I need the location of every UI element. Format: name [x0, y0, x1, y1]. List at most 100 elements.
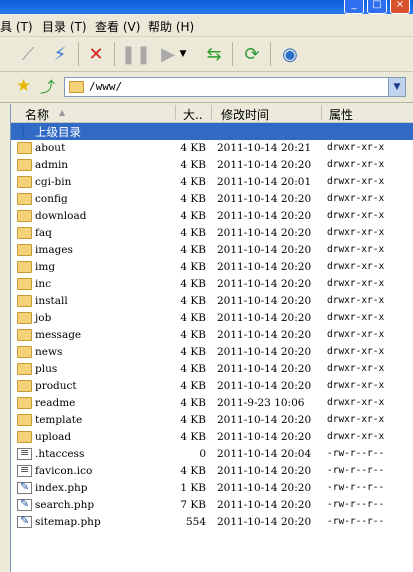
- file-size: 4 KB: [180, 397, 206, 409]
- file-row[interactable]: message 4 KB 2011-10-14 20:20 drwxr-xr-x: [11, 327, 413, 344]
- sort-up-icon: ▲: [59, 108, 66, 117]
- connect-icon[interactable]: ⚡: [48, 42, 72, 66]
- file-name: install: [35, 295, 68, 307]
- file-row[interactable]: install 4 KB 2011-10-14 20:20 drwxr-xr-x: [11, 293, 413, 310]
- menu-bar: 具 (T) 目录 (T) 查看 (V) 帮助 (H): [0, 14, 413, 37]
- file-row[interactable]: cgi-bin 4 KB 2011-10-14 20:01 drwxr-xr-x: [11, 174, 413, 191]
- file-row[interactable]: index.php 1 KB 2011-10-14 20:20 -rw-r--r--: [11, 480, 413, 497]
- toolbar-separator: [114, 42, 115, 66]
- delete-icon[interactable]: ✕: [84, 42, 108, 66]
- column-attr[interactable]: 属性: [329, 106, 353, 123]
- column-separator[interactable]: [175, 105, 176, 120]
- disconnect-icon[interactable]: ⟋: [16, 42, 40, 66]
- file-size: 4 KB: [180, 227, 206, 239]
- file-name: .htaccess: [35, 448, 85, 460]
- file-modified-time: 2011-10-14 20:20: [217, 159, 312, 171]
- toolbar-separator: [232, 42, 233, 66]
- file-row[interactable]: upload 4 KB 2011-10-14 20:20 drwxr-xr-x: [11, 429, 413, 446]
- file-permissions: drwxr-xr-x: [327, 363, 385, 374]
- file-size: 7 KB: [180, 499, 206, 511]
- file-row[interactable]: favicon.ico 4 KB 2011-10-14 20:20 -rw-r--r-…: [11, 463, 413, 480]
- file-row[interactable]: config 4 KB 2011-10-14 20:20 drwxr-xr-x: [11, 191, 413, 208]
- close-button[interactable]: ×: [390, 0, 410, 14]
- favorite-star-icon[interactable]: ★: [16, 76, 31, 96]
- file-permissions: drwxr-xr-x: [327, 142, 385, 153]
- file-row[interactable]: sitemap.php 554 2011-10-14 20:20 -rw-r--r--: [11, 514, 413, 531]
- column-separator[interactable]: [321, 105, 322, 120]
- file-row[interactable]: readme 4 KB 2011-9-23 10:06 drwxr-xr-x: [11, 395, 413, 412]
- file-row[interactable]: inc 4 KB 2011-10-14 20:20 drwxr-xr-x: [11, 276, 413, 293]
- column-name[interactable]: 名称: [25, 106, 49, 123]
- folder-icon: [17, 193, 32, 205]
- folder-icon: [17, 210, 32, 222]
- menu-directory[interactable]: 目录 (T): [42, 18, 87, 35]
- file-modified-time: 2011-10-14 20:20: [217, 261, 312, 273]
- file-name: plus: [35, 363, 58, 375]
- file-row[interactable]: news 4 KB 2011-10-14 20:20 drwxr-xr-x: [11, 344, 413, 361]
- file-row[interactable]: .htaccess 0 2011-10-14 20:04 -rw-r--r--: [11, 446, 413, 463]
- file-modified-time: 2011-10-14 20:20: [217, 363, 312, 375]
- folder-icon: [17, 397, 32, 409]
- column-size[interactable]: 大..: [183, 106, 203, 123]
- file-name: config: [35, 193, 68, 205]
- column-header: 名称 ▲ 大.. 修改时间 属性: [11, 104, 413, 123]
- file-permissions: -rw-r--r--: [327, 465, 385, 476]
- transfer-icon[interactable]: ⇆: [202, 42, 226, 66]
- file-row[interactable]: plus 4 KB 2011-10-14 20:20 drwxr-xr-x: [11, 361, 413, 378]
- file-size: 4 KB: [180, 193, 206, 205]
- skip-dropdown-icon[interactable]: ▼: [176, 42, 190, 66]
- file-name: index.php: [35, 482, 88, 494]
- file-permissions: drwxr-xr-x: [327, 295, 385, 306]
- site-manager-icon[interactable]: ◉: [278, 42, 302, 66]
- file-row[interactable]: img 4 KB 2011-10-14 20:20 drwxr-xr-x: [11, 259, 413, 276]
- toolbar: ⟋ ⚡ ✕ ❚❚ ▶ ▼ ⇆ ⟳ ◉: [0, 37, 413, 72]
- file-permissions: drwxr-xr-x: [327, 380, 385, 391]
- file-modified-time: 2011-10-14 20:20: [217, 210, 312, 222]
- file-row[interactable]: product 4 KB 2011-10-14 20:20 drwxr-xr-x: [11, 378, 413, 395]
- file-row[interactable]: faq 4 KB 2011-10-14 20:20 drwxr-xr-x: [11, 225, 413, 242]
- file-modified-time: 2011-10-14 20:01: [217, 176, 312, 188]
- file-permissions: drwxr-xr-x: [327, 227, 385, 238]
- file-name: img: [35, 261, 56, 273]
- php-file-icon: [17, 480, 32, 494]
- parent-dir-row[interactable]: ↑ 上级目录: [11, 123, 413, 141]
- minimize-button[interactable]: _: [344, 0, 364, 14]
- file-size: 4 KB: [180, 465, 206, 477]
- file-permissions: drwxr-xr-x: [327, 176, 385, 187]
- file-row[interactable]: template 4 KB 2011-10-14 20:20 drwxr-xr-x: [11, 412, 413, 429]
- file-modified-time: 2011-10-14 20:20: [217, 414, 312, 426]
- refresh-icon[interactable]: ⟳: [240, 42, 264, 66]
- file-permissions: drwxr-xr-x: [327, 278, 385, 289]
- file-permissions: -rw-r--r--: [327, 516, 385, 527]
- file-size: 554: [185, 516, 206, 528]
- folder-icon: [17, 159, 32, 171]
- file-icon: [17, 463, 32, 477]
- file-row[interactable]: about 4 KB 2011-10-14 20:21 drwxr-xr-x: [11, 140, 413, 157]
- folder-icon: [17, 261, 32, 273]
- file-size: 4 KB: [180, 295, 206, 307]
- file-modified-time: 2011-9-23 10:06: [217, 397, 305, 409]
- file-row[interactable]: images 4 KB 2011-10-14 20:20 drwxr-xr-x: [11, 242, 413, 259]
- file-row[interactable]: search.php 7 KB 2011-10-14 20:20 -rw-r--r--: [11, 497, 413, 514]
- path-input[interactable]: /www/ ▼: [64, 77, 406, 97]
- column-time[interactable]: 修改时间: [221, 106, 269, 123]
- maximize-button[interactable]: □: [367, 0, 387, 14]
- file-modified-time: 2011-10-14 20:04: [217, 448, 312, 460]
- file-row[interactable]: download 4 KB 2011-10-14 20:20 drwxr-xr-x: [11, 208, 413, 225]
- folder-icon: [17, 278, 32, 290]
- path-text: /www/: [89, 80, 123, 93]
- file-row[interactable]: job 4 KB 2011-10-14 20:20 drwxr-xr-x: [11, 310, 413, 327]
- column-separator[interactable]: [211, 105, 212, 120]
- menu-view[interactable]: 查看 (V): [95, 18, 140, 35]
- file-modified-time: 2011-10-14 20:20: [217, 465, 312, 477]
- menu-tools[interactable]: 具 (T): [0, 18, 33, 35]
- up-level-icon[interactable]: ⤴: [40, 76, 55, 97]
- chevron-down-icon[interactable]: ▼: [388, 78, 405, 96]
- pause-icon[interactable]: ❚❚: [121, 42, 151, 66]
- file-name: job: [35, 312, 52, 324]
- file-modified-time: 2011-10-14 20:20: [217, 516, 312, 528]
- file-name: upload: [35, 431, 72, 443]
- file-row[interactable]: admin 4 KB 2011-10-14 20:20 drwxr-xr-x: [11, 157, 413, 174]
- file-modified-time: 2011-10-14 20:20: [217, 346, 312, 358]
- menu-help[interactable]: 帮助 (H): [148, 18, 194, 35]
